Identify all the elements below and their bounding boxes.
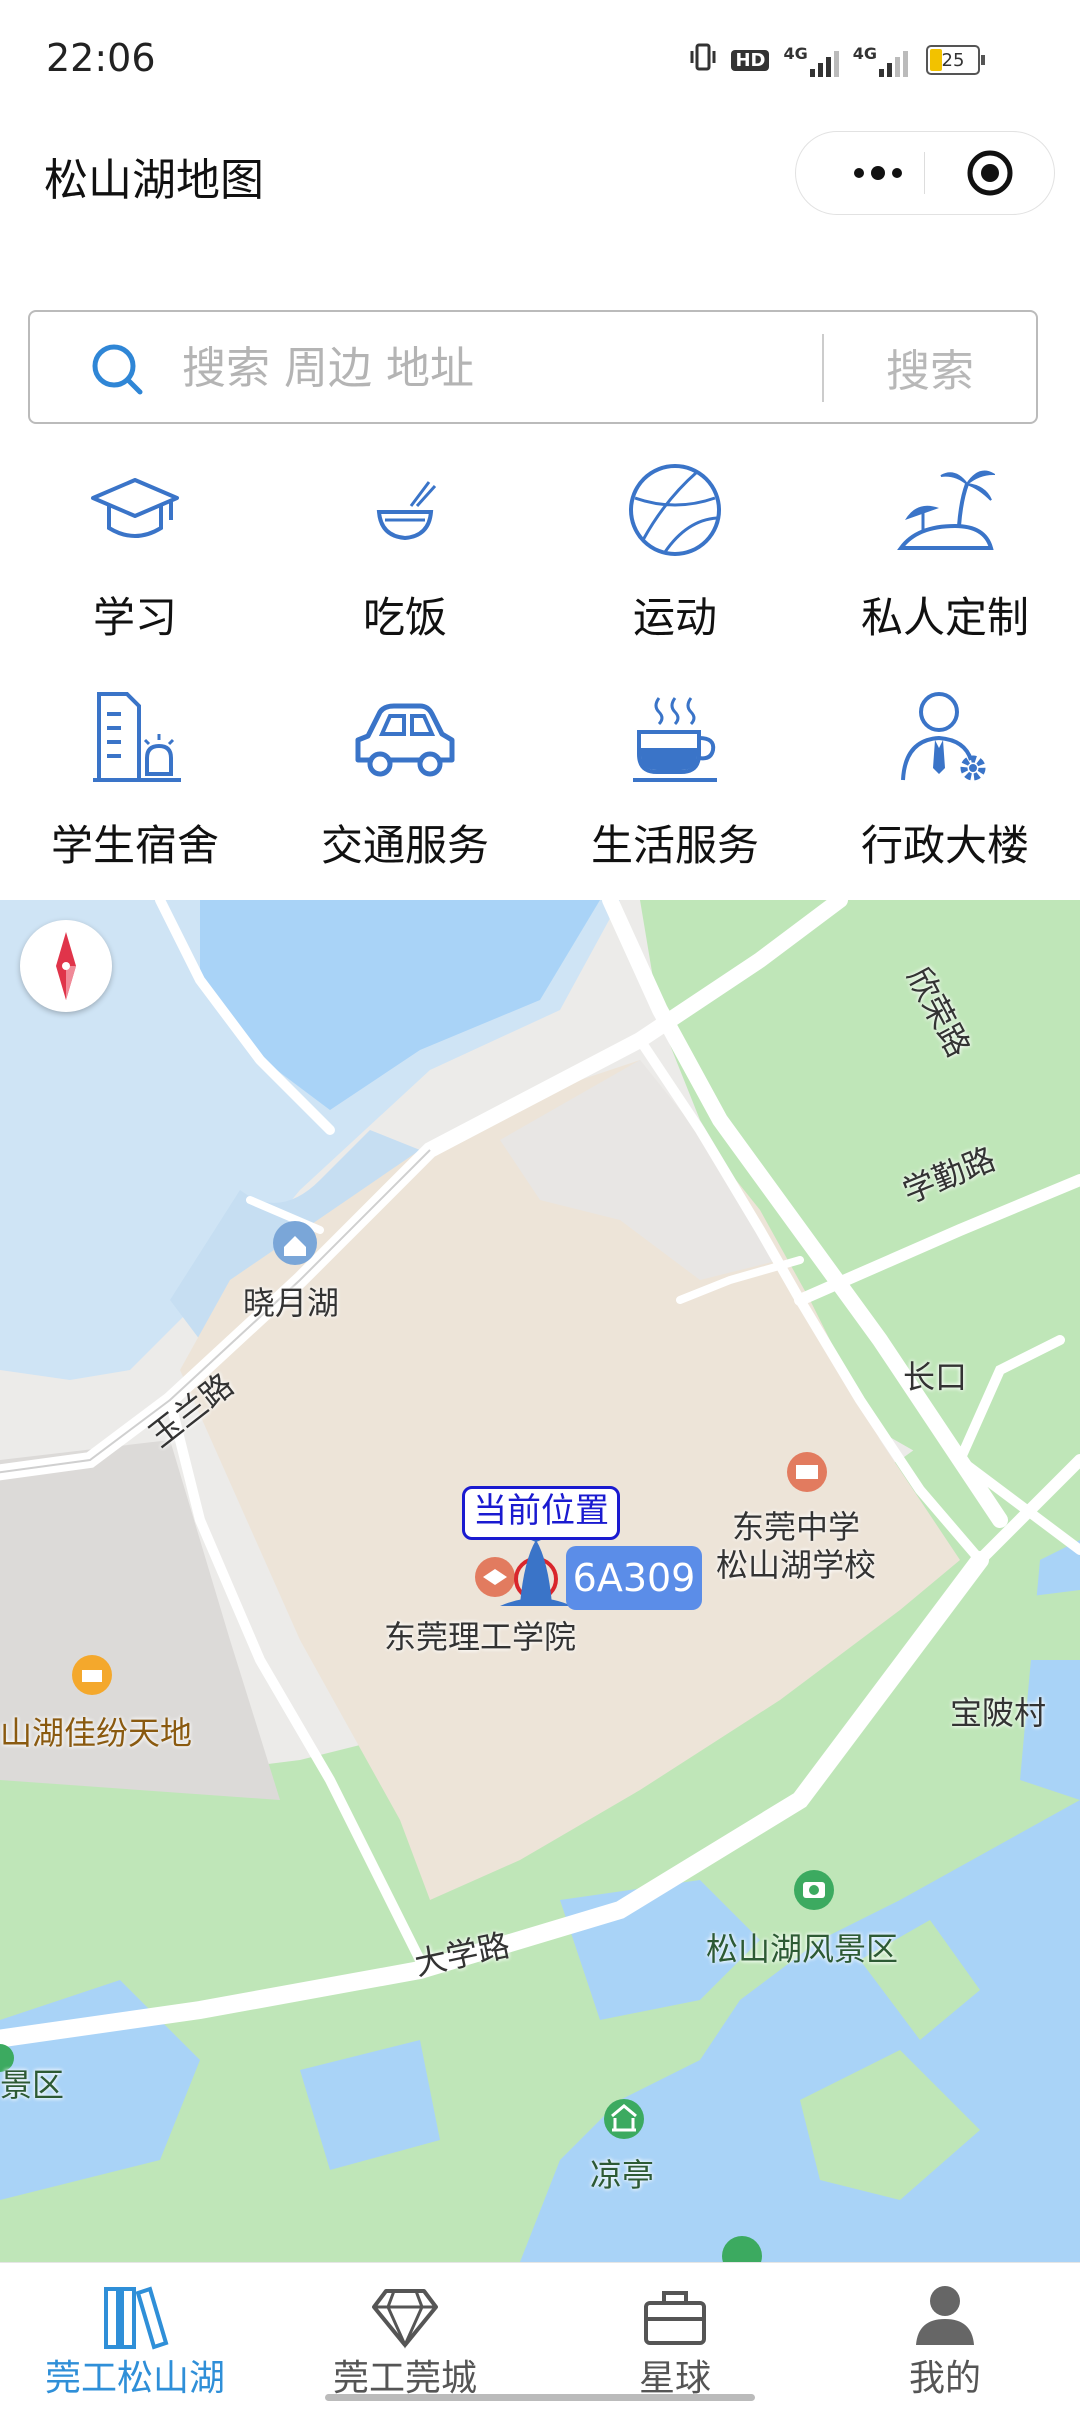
map-label-xiaoyue-lake: 晓月湖 <box>243 1284 340 1322</box>
map-label-pavilion: 凉亭 <box>590 2156 655 2194</box>
graduation-cap-icon <box>91 478 179 538</box>
category-label: 运动 <box>632 593 717 642</box>
tab-label: 莞工松山湖 <box>44 2358 225 2399</box>
category-dormitory[interactable]: 学生宿舍 <box>0 688 270 898</box>
map-label-jiafen: 山湖佳纷天地 <box>0 1714 193 1752</box>
category-label: 交通服务 <box>320 821 489 870</box>
network-type-1: 4G <box>783 43 808 63</box>
palm-island-icon <box>897 470 995 550</box>
map-label-scenic-area: 松山湖风景区 <box>706 1930 899 1968</box>
dormitory-building-icon <box>93 692 181 782</box>
category-label: 学习 <box>92 593 177 642</box>
category-label: 私人定制 <box>860 593 1029 642</box>
vibrate-icon <box>689 42 717 78</box>
status-icons: HD 4G 4G 25 <box>689 40 985 80</box>
category-label: 学生宿舍 <box>50 821 219 870</box>
tab-mine[interactable]: 我的 <box>810 2263 1080 2409</box>
admin-person-gear-icon <box>901 692 986 781</box>
network-type-2: 4G <box>852 43 877 63</box>
target-icon <box>967 150 1013 196</box>
search-button[interactable]: 搜索 <box>824 312 1036 422</box>
diamond-icon <box>372 2289 438 2349</box>
status-time: 22:06 <box>46 36 156 80</box>
room-badge[interactable]: 6A309 <box>566 1546 702 1610</box>
signal-icon-2: 4G <box>853 44 908 77</box>
user-icon <box>916 2286 974 2345</box>
map-label-dongguan-middle-school: 东莞中学 松山湖学校 <box>716 1508 877 1584</box>
battery-level: 25 <box>941 49 965 71</box>
basketball-icon <box>629 464 721 556</box>
tab-planet[interactable]: 星球 <box>540 2263 810 2409</box>
miniprogram-capsule <box>795 131 1055 215</box>
compass-button[interactable] <box>20 920 112 1012</box>
current-location-label: 当前位置 <box>462 1486 620 1540</box>
map-label-changkou: 长口 <box>903 1358 968 1396</box>
hd-badge: HD <box>731 49 770 71</box>
bottom-navigation: 莞工松山湖 莞工莞城 星球 我的 <box>0 2262 1080 2409</box>
category-label: 行政大楼 <box>860 821 1029 870</box>
category-label: 吃饭 <box>362 593 447 642</box>
briefcase-icon <box>644 2291 706 2345</box>
compass-icon <box>56 932 76 1000</box>
search-bar: 搜索 <box>28 310 1038 424</box>
map-label-baoling-village: 宝陂村 <box>950 1694 1047 1732</box>
tab-label: 我的 <box>908 2358 981 2399</box>
rice-bowl-icon <box>376 481 437 541</box>
search-input[interactable] <box>180 330 824 406</box>
battery-icon: 25 <box>926 45 985 75</box>
books-icon <box>104 2286 169 2350</box>
coffee-cup-icon <box>633 697 717 782</box>
mall-poi-icon <box>72 1655 112 1695</box>
map-tiles <box>0 900 1080 2262</box>
car-icon <box>355 703 455 777</box>
category-custom[interactable]: 私人定制 <box>810 460 1080 670</box>
school-poi-icon <box>787 1452 827 1492</box>
signal-icon-1: 4G <box>783 43 839 77</box>
status-bar: 22:06 HD 4G 4G 25 <box>0 0 1080 120</box>
more-options-button[interactable] <box>832 132 924 214</box>
capsule-divider <box>924 152 925 194</box>
category-study[interactable]: 学习 <box>0 460 270 670</box>
pavilion-poi-icon <box>604 2099 644 2139</box>
map-view[interactable]: 晓月湖 玉兰路 欣荣路 学勤路 长口 东莞中学 松山湖学校 东莞理工学院 山湖佳… <box>0 900 1080 2262</box>
category-dining[interactable]: 吃饭 <box>270 460 540 670</box>
tab-songshanhu[interactable]: 莞工松山湖 <box>0 2263 270 2409</box>
close-miniprogram-button[interactable] <box>926 132 1054 214</box>
map-label-scenic-area-left: 景区 <box>0 2066 65 2104</box>
category-sports[interactable]: 运动 <box>540 460 810 670</box>
page-title: 松山湖地图 <box>44 155 264 206</box>
scenic-poi-icon <box>794 1870 834 1910</box>
category-label: 生活服务 <box>590 821 759 870</box>
category-transport[interactable]: 交通服务 <box>270 688 540 898</box>
tab-guancheng[interactable]: 莞工莞城 <box>270 2263 540 2409</box>
home-indicator <box>325 2394 755 2401</box>
map-label-dgut: 东莞理工学院 <box>384 1618 577 1656</box>
search-icon <box>92 344 143 395</box>
university-poi-icon <box>475 1557 515 1597</box>
lake-poi-icon <box>273 1221 317 1265</box>
category-life[interactable]: 生活服务 <box>540 688 810 898</box>
category-admin[interactable]: 行政大楼 <box>810 688 1080 898</box>
